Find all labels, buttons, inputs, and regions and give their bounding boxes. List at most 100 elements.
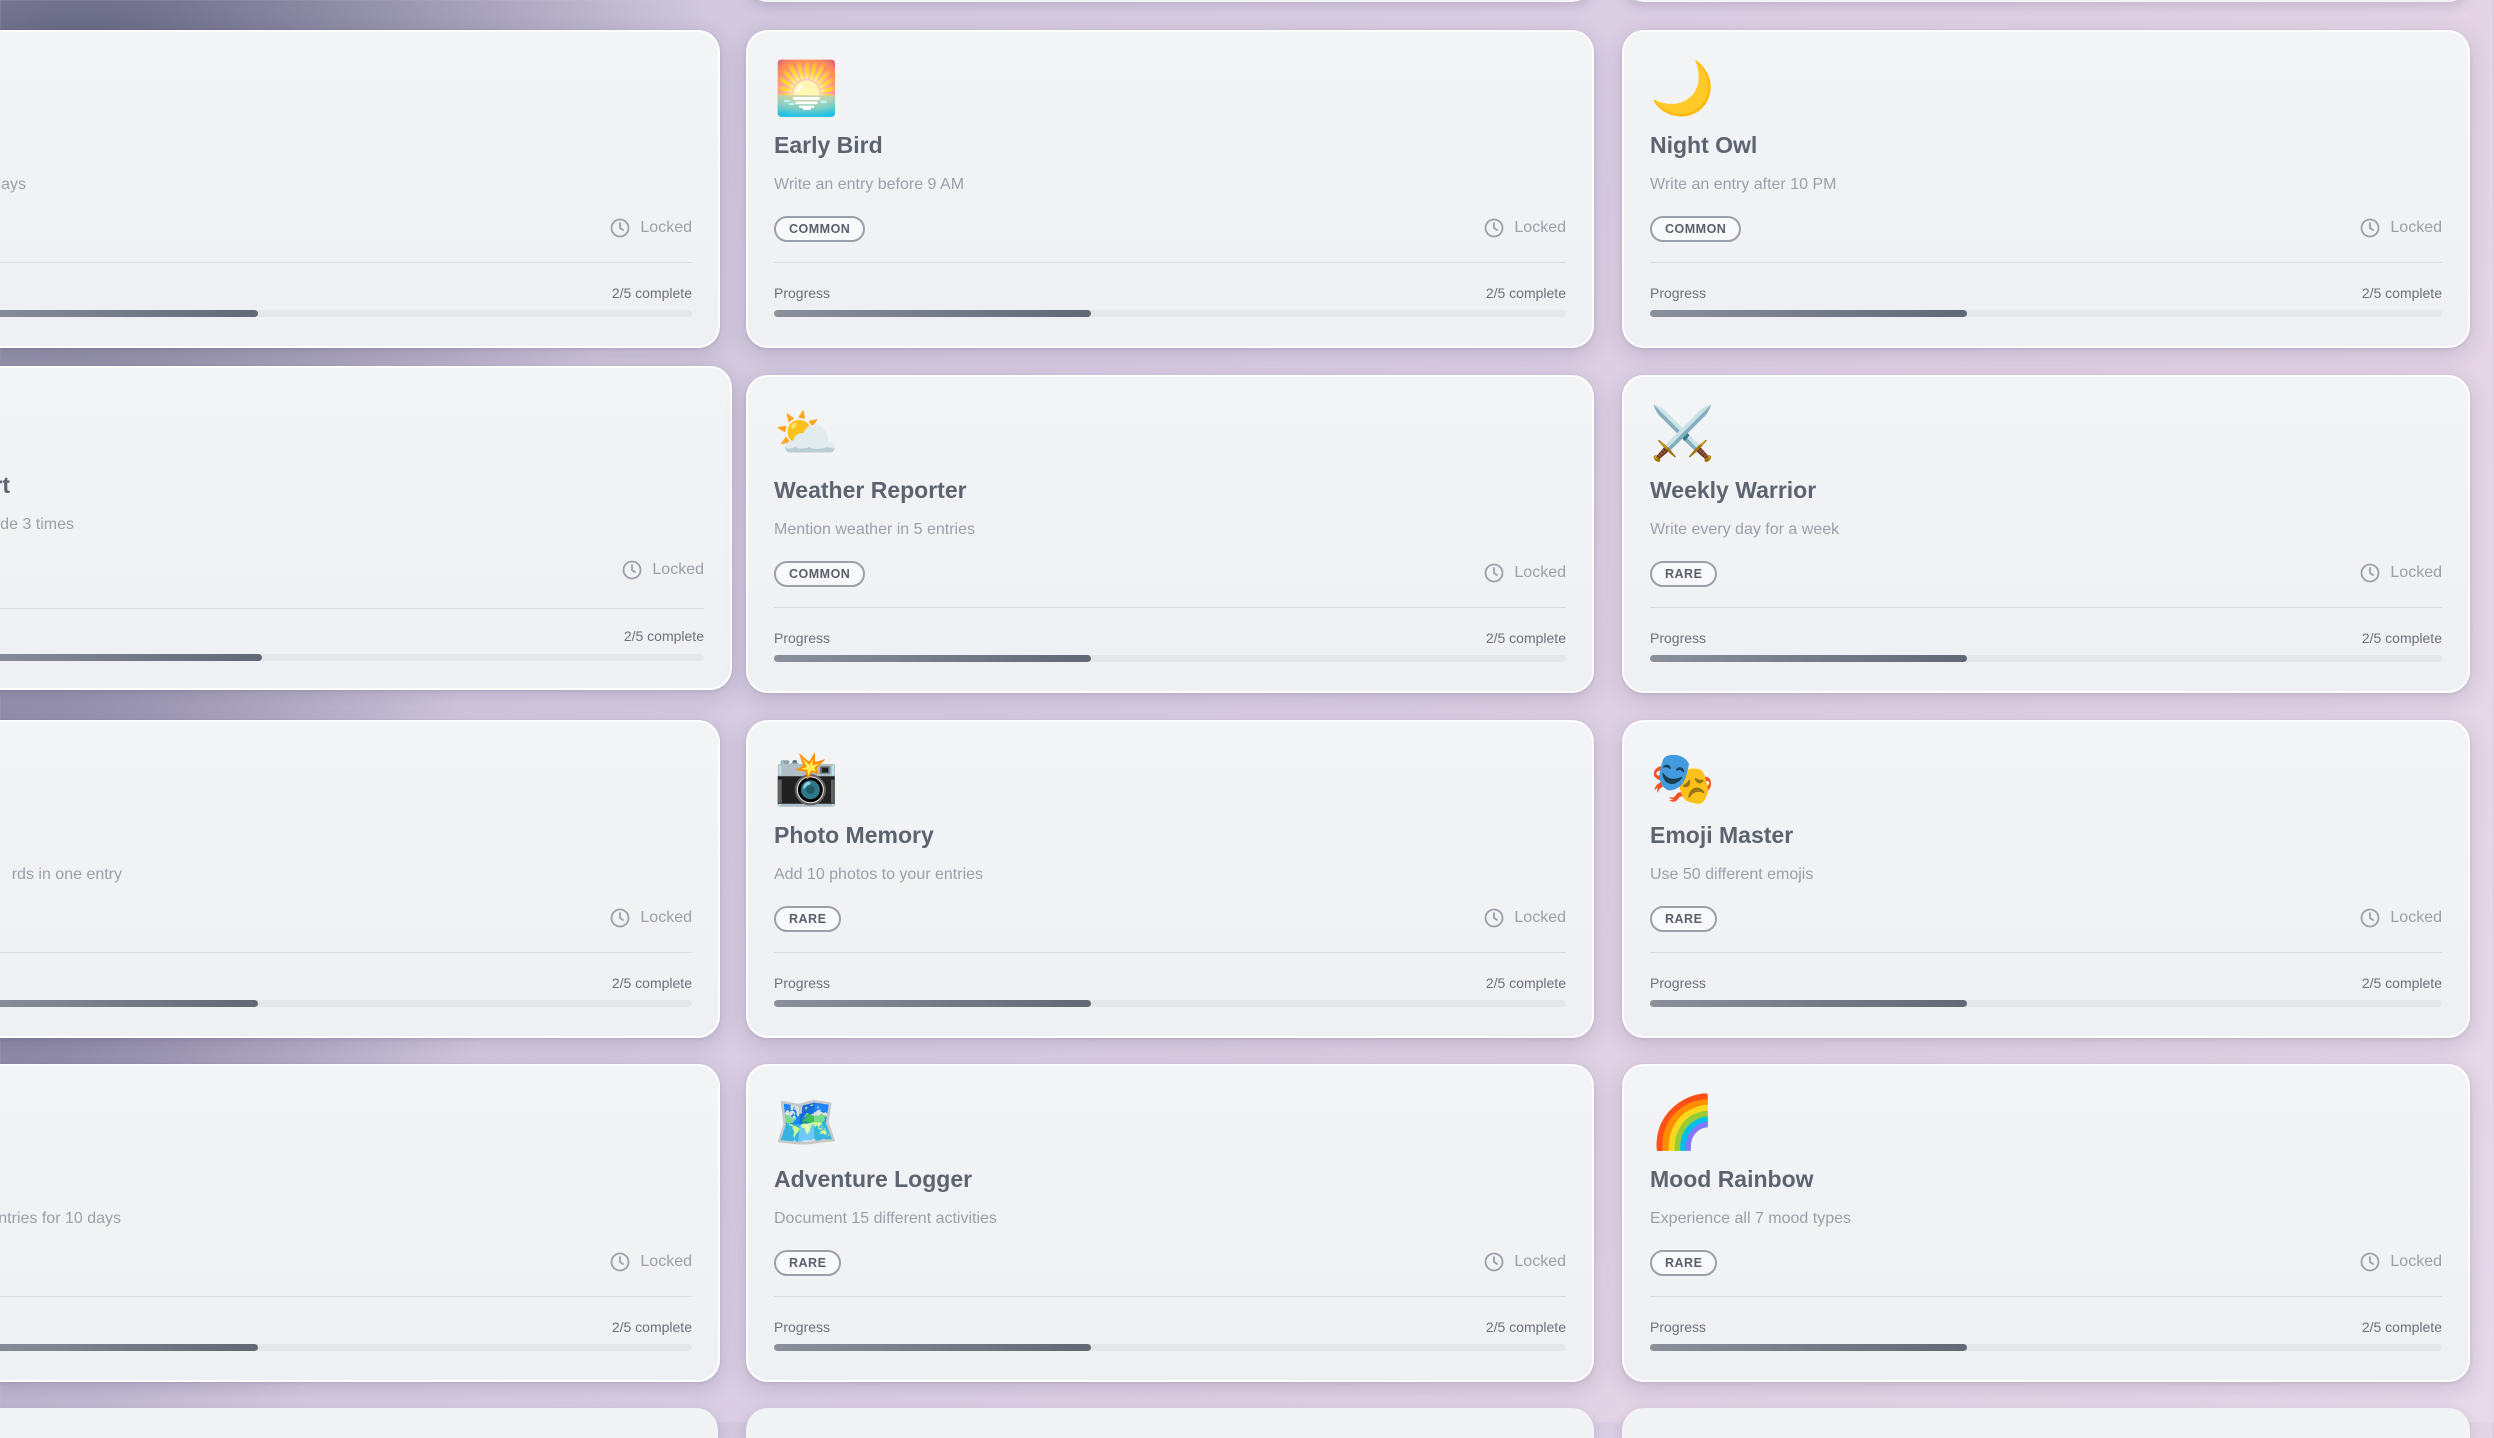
achievement-title: Weekly Warrior <box>1650 477 1817 503</box>
progress-label: Progress <box>774 285 831 301</box>
rarity-badge: RARE <box>774 906 842 932</box>
progress-count: 2/5 complete <box>623 628 704 644</box>
progress-label: Progress <box>1650 975 1707 991</box>
progress-label: Progress <box>1650 630 1707 646</box>
progress-fill <box>1650 1000 1967 1007</box>
locked-status: Locked <box>622 560 704 580</box>
achievement-card[interactable]: 🗺️ Adventure Logger Document 15 different … <box>746 1064 1594 1382</box>
progress-count: 2/5 complete <box>1485 285 1566 301</box>
crescent-moon-icon: 🌙 <box>1650 60 1715 118</box>
achievement-description: Write an entry after 10 PM <box>1650 176 1837 193</box>
locked-label: Locked <box>2390 1253 2442 1270</box>
locked-label: Locked <box>640 1253 692 1270</box>
card-divider <box>1650 1296 2442 1297</box>
achievement-description: Document 15 different activities <box>774 1210 997 1227</box>
progress-fill <box>774 1000 1091 1007</box>
progress-track <box>1650 1000 2442 1007</box>
progress-track <box>0 654 704 661</box>
progress-track <box>774 1000 1566 1007</box>
achievement-card[interactable]: 📸 Photo Memory Add 10 photos to your entri… <box>746 720 1594 1038</box>
progress-count: 2/5 complete <box>2361 1319 2442 1335</box>
progress-fill <box>0 654 263 661</box>
rarity-badge: RARE <box>1650 906 1718 932</box>
progress-count: 2/5 complete <box>1485 630 1566 646</box>
achievement-description: Write every day for a week <box>1650 521 1840 538</box>
progress-label: Progress <box>1650 1319 1707 1335</box>
clock-icon <box>1485 563 1504 583</box>
rarity-badge: COMMON <box>774 561 866 587</box>
achievement-description: atitude 3 times <box>0 516 74 533</box>
progress-count: 2/5 complete <box>2361 630 2442 646</box>
achievement-card[interactable]: 🌙 Night Owl Write an entry after 10 PM COMM… <box>1622 30 2470 348</box>
locked-label: Locked <box>652 561 704 578</box>
crossed-swords-icon: ⚔️ <box>1650 405 1715 463</box>
progress-count: 2/5 complete <box>1485 975 1566 991</box>
progress-label: Progress <box>1650 285 1707 301</box>
partial-card-bottom-right <box>1622 1408 2470 1438</box>
progress-track <box>0 1344 692 1351</box>
locked-status: Locked <box>2360 563 2442 583</box>
progress-count: 2/5 complete <box>611 1319 692 1335</box>
achievement-title: Weather Reporter <box>774 477 967 503</box>
achievement-description: Write an entry before 9 AM <box>774 176 965 193</box>
sun-behind-cloud-icon: ⛅ <box>774 405 839 463</box>
progress-fill <box>0 1344 258 1351</box>
rarity-badge: RARE <box>1650 1250 1718 1276</box>
progress-count: 2/5 complete <box>611 975 692 991</box>
achievement-description: ood for 5 days <box>0 176 26 193</box>
clock-icon <box>611 218 630 238</box>
achievement-card-left-4[interactable]: nker e entries for 10 days Locked 2/5 co… <box>0 1064 720 1382</box>
partial-card-bottom-left <box>0 1408 718 1438</box>
progress-track <box>774 310 1566 317</box>
achievement-description: Experience all 7 mood types <box>1650 1210 1851 1227</box>
locked-status: Locked <box>2360 908 2442 928</box>
clock-icon <box>1485 908 1504 928</box>
achievement-title: Photo Memory <box>774 822 934 848</box>
clock-icon <box>2361 218 2380 238</box>
partial-card-bottom-middle <box>746 1408 1594 1438</box>
locked-status: Locked <box>610 1252 692 1272</box>
rarity-badge: COMMON <box>774 216 866 242</box>
progress-track <box>1650 655 2442 662</box>
achievement-title: Mood Rainbow <box>1650 1166 1814 1192</box>
progress-track <box>774 655 1566 662</box>
progress-fill <box>0 1000 258 1007</box>
card-divider <box>774 607 1566 608</box>
achievement-card-left-3[interactable]: er rds in one entry Locked 2/5 complete <box>0 720 720 1038</box>
progress-track <box>1650 1344 2442 1351</box>
locked-label: Locked <box>1514 219 1566 236</box>
progress-count: 2/5 complete <box>611 285 692 301</box>
locked-label: Locked <box>2390 564 2442 581</box>
clock-icon <box>2361 563 2380 583</box>
achievement-card-left-2[interactable]: leart atitude 3 times Locked 2/5 complet… <box>0 366 732 690</box>
achievement-card[interactable]: 🎭 Emoji Master Use 50 different emojis RARE… <box>1622 720 2470 1038</box>
achievement-description: e entries for 10 days <box>0 1210 121 1227</box>
card-divider <box>1650 262 2442 263</box>
achievement-description: rds in one entry <box>11 866 122 883</box>
locked-label: Locked <box>640 909 692 926</box>
locked-label: Locked <box>1514 1253 1566 1270</box>
achievement-card[interactable]: ⚔️ Weekly Warrior Write every day for a we… <box>1622 375 2470 693</box>
achievement-card-left-1[interactable]: acker ood for 5 days Locked 2/5 complete <box>0 30 720 348</box>
locked-label: Locked <box>1514 909 1566 926</box>
progress-fill <box>774 1344 1091 1351</box>
achievement-title: leart <box>0 472 10 498</box>
achievement-title: Adventure Logger <box>774 1166 973 1192</box>
locked-status: Locked <box>1484 218 1566 238</box>
card-divider <box>774 1296 1566 1297</box>
progress-count: 2/5 complete <box>2361 285 2442 301</box>
locked-label: Locked <box>2390 909 2442 926</box>
partial-card-top-middle <box>746 0 1594 2</box>
progress-fill <box>1650 310 1967 317</box>
theater-masks-icon: 🎭 <box>1650 750 1715 808</box>
locked-status: Locked <box>2360 1252 2442 1272</box>
achievement-card[interactable]: ⛅ Weather Reporter Mention weather in 5 en… <box>746 375 1594 693</box>
achievement-card[interactable]: 🌅 Early Bird Write an entry before 9 AM COM… <box>746 30 1594 348</box>
rarity-badge: RARE <box>774 1250 842 1276</box>
rainbow-icon: 🌈 <box>1650 1094 1715 1152</box>
progress-fill <box>0 310 258 317</box>
clock-icon <box>611 908 630 928</box>
achievement-card[interactable]: 🌈 Mood Rainbow Experience all 7 mood types… <box>1622 1064 2470 1382</box>
achievement-description: Add 10 photos to your entries <box>774 866 984 883</box>
card-divider <box>0 262 692 263</box>
